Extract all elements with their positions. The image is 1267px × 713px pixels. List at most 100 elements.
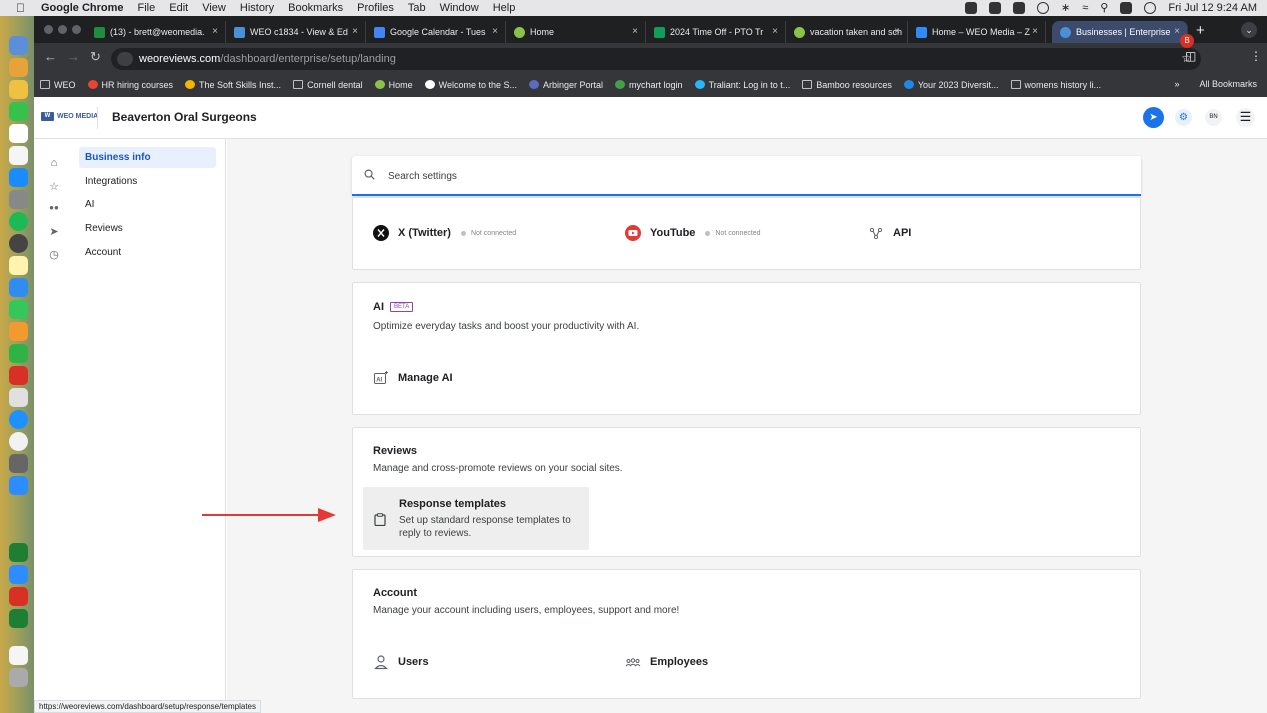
bookmark-item[interactable]: HR hiring courses [87, 80, 173, 90]
clock-icon[interactable]: ◷ [46, 248, 62, 261]
sidenav-item-reviews[interactable]: Reviews [79, 218, 216, 239]
apple-menu-icon[interactable]:  [16, 1, 25, 15]
browser-tab[interactable]: vacation taken and sch × [786, 21, 908, 43]
wifi-icon[interactable]: ≈ [1082, 2, 1088, 14]
social-api[interactable]: API [868, 225, 911, 241]
site-info-icon[interactable] [117, 52, 133, 66]
chrome-icon[interactable] [9, 432, 28, 451]
spotify-icon[interactable] [9, 212, 28, 231]
sidenav-item-account[interactable]: Account [79, 242, 216, 263]
tab-close-icon[interactable]: × [894, 26, 900, 37]
bookmark-item[interactable]: womens history li... [1010, 80, 1101, 90]
bookmark-item[interactable]: Home [374, 80, 413, 90]
response-templates-item[interactable]: Response templates Set up standard respo… [363, 487, 589, 550]
browser-tab[interactable]: Home – WEO Media – Z × [908, 21, 1046, 43]
wps-icon[interactable] [9, 366, 28, 385]
spotlight-icon[interactable]: ⚲ [1100, 1, 1108, 14]
menu-bookmarks[interactable]: Bookmarks [288, 2, 343, 14]
new-tab-icon[interactable]: + [1196, 22, 1205, 39]
browser-tab[interactable]: (13) - brett@weomedia. × [86, 21, 226, 43]
launchpad-icon[interactable] [9, 58, 28, 77]
extensions-icon[interactable]: ◫ [1185, 49, 1196, 63]
menu-profiles[interactable]: Profiles [357, 2, 394, 14]
bookmark-item[interactable]: WEO [40, 80, 76, 90]
social-youtube[interactable]: YouTube Not connected [625, 225, 761, 241]
manage-ai-item[interactable]: AI Manage AI [373, 370, 453, 386]
notes-icon[interactable] [9, 256, 28, 275]
browser-tab[interactable]: Google Calendar - Tues × [366, 21, 506, 43]
weo-media-logo[interactable]: W WEO MEDIA [41, 112, 98, 121]
menu-history[interactable]: History [240, 2, 274, 14]
menu-edit[interactable]: Edit [169, 2, 188, 14]
reminders-icon[interactable] [9, 146, 28, 165]
app-icon[interactable] [9, 476, 28, 495]
settings-search-input[interactable] [388, 166, 1088, 186]
employees-item[interactable]: Employees [625, 654, 708, 670]
safari-icon[interactable] [9, 410, 28, 429]
send-icon[interactable]: ➤ [1143, 107, 1164, 128]
back-icon[interactable]: ← [44, 49, 57, 64]
zoom-icon[interactable] [9, 565, 28, 584]
menu-view[interactable]: View [202, 2, 226, 14]
status-app-icon[interactable] [965, 1, 978, 14]
status-app-icon[interactable] [1013, 1, 1026, 14]
menu-help[interactable]: Help [493, 2, 516, 14]
numbers-icon[interactable] [9, 344, 28, 363]
photos-icon[interactable] [9, 80, 28, 99]
tab-close-icon[interactable]: × [492, 26, 498, 37]
calculator-icon[interactable] [9, 454, 28, 473]
maximize-window-icon[interactable] [72, 25, 81, 34]
menu-app-name[interactable]: Google Chrome [41, 2, 124, 14]
tab-search-icon[interactable]: ⌄ [1241, 22, 1257, 38]
profile-avatar[interactable]: B [1180, 34, 1194, 48]
finder-icon[interactable] [9, 36, 28, 55]
close-window-icon[interactable] [44, 25, 53, 34]
hamburger-menu-icon[interactable]: ☰ [1236, 108, 1255, 127]
bookmark-item[interactable]: mychart login [615, 80, 683, 90]
social-twitter[interactable]: X (Twitter) Not connected [373, 225, 516, 241]
tab-close-icon[interactable]: × [1174, 26, 1180, 37]
home-icon[interactable]: ⌂ [46, 157, 62, 169]
address-bar[interactable]: weoreviews.com/dashboard/enterprise/setu… [111, 48, 1201, 70]
bookmark-item[interactable]: The Soft Skills Inst... [185, 80, 281, 90]
pages-icon[interactable] [9, 322, 28, 341]
sidenav-item-ai[interactable]: AI [79, 194, 216, 215]
control-center-icon[interactable] [1120, 1, 1133, 14]
slack-icon[interactable] [9, 388, 28, 407]
tab-close-icon[interactable]: × [632, 26, 638, 37]
bookmark-item[interactable]: Your 2023 Diversit... [903, 80, 999, 90]
chrome-menu-icon[interactable]: ⋮ [1250, 49, 1262, 63]
menu-file[interactable]: File [138, 2, 156, 14]
menu-tab[interactable]: Tab [408, 2, 426, 14]
users-item[interactable]: Users [373, 654, 429, 670]
siri-icon[interactable] [1144, 1, 1157, 14]
clock[interactable]: Fri Jul 12 9:24 AM [1168, 2, 1257, 14]
bookmark-item[interactable]: Welcome to the S... [424, 80, 517, 90]
people-icon[interactable]: ●● [46, 203, 62, 212]
user-avatar[interactable]: BN [1205, 109, 1222, 126]
bookmark-item[interactable]: Cornell dental [293, 80, 363, 90]
browser-tab[interactable]: 2024 Time Off - PTO Tr × [646, 21, 786, 43]
tab-close-icon[interactable]: × [1032, 26, 1038, 37]
browser-tab-active[interactable]: Businesses | Enterprise × [1052, 21, 1188, 43]
reload-icon[interactable]: ↻ [90, 49, 101, 65]
status-app-icon[interactable] [989, 1, 1002, 14]
app-icon[interactable] [9, 543, 28, 562]
app-store-icon[interactable] [9, 168, 28, 187]
messages-icon[interactable] [9, 300, 28, 319]
sidenav-item-business-info[interactable]: Business info [79, 147, 216, 168]
browser-tab[interactable]: WEO c1834 - View & Ed × [226, 21, 366, 43]
tab-close-icon[interactable]: × [772, 26, 778, 37]
play-icon[interactable] [1037, 1, 1050, 14]
bookmarks-overflow-icon[interactable]: » [1174, 79, 1179, 89]
wps-icon[interactable] [9, 587, 28, 606]
bookmark-item[interactable]: Traliant: Log in to t... [694, 80, 790, 90]
star-icon[interactable]: ☆ [46, 180, 62, 193]
clock-app-icon[interactable] [9, 234, 28, 253]
minimize-window-icon[interactable] [58, 25, 67, 34]
tab-close-icon[interactable]: × [212, 26, 218, 37]
calendar-icon[interactable] [9, 124, 28, 143]
forward-icon[interactable]: → [67, 49, 80, 64]
bookmark-item[interactable]: Bamboo resources [802, 80, 892, 90]
facetime-icon[interactable] [9, 102, 28, 121]
